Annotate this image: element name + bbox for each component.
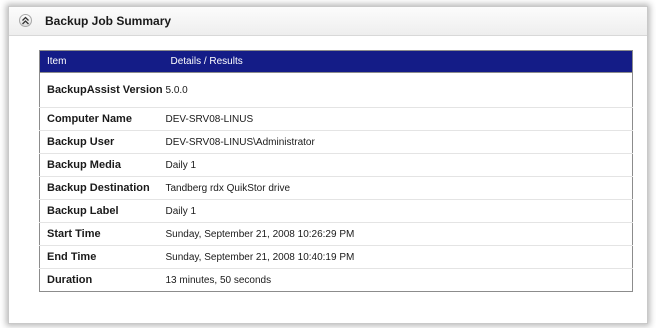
row-label: Duration [39,268,164,292]
row-value: 13 minutes, 50 seconds [163,268,633,292]
table-row: Backup Destination Tandberg rdx QuikStor… [39,176,633,200]
row-value: Tandberg rdx QuikStor drive [163,176,633,200]
row-value: Daily 1 [163,199,633,223]
row-label: BackupAssist Version [39,72,164,108]
column-header-details: Details / Results [163,50,633,73]
table-row: Computer Name DEV-SRV08-LINUS [39,107,633,131]
row-value: Sunday, September 21, 2008 10:26:29 PM [163,222,633,246]
panel-header[interactable]: Backup Job Summary [9,7,647,36]
row-label: End Time [39,245,164,269]
row-label: Backup Media [39,153,164,177]
row-value: DEV-SRV08-LINUS\Administrator [163,130,633,154]
table-row: Backup Label Daily 1 [39,199,633,223]
table-row: Backup User DEV-SRV08-LINUS\Administrato… [39,130,633,154]
table-row: Backup Media Daily 1 [39,153,633,177]
row-value: Sunday, September 21, 2008 10:40:19 PM [163,245,633,269]
summary-table: Item Details / Results BackupAssist Vers… [39,50,633,292]
row-label: Computer Name [39,107,164,131]
row-value: Daily 1 [163,153,633,177]
panel-title: Backup Job Summary [45,14,172,28]
row-label: Backup Label [39,199,164,223]
table-header-row: Item Details / Results [39,50,633,73]
row-label: Backup User [39,130,164,154]
collapse-button[interactable] [19,14,32,27]
row-value: 5.0.0 [163,72,633,108]
table-row: BackupAssist Version 5.0.0 [39,72,633,108]
table-row: Start Time Sunday, September 21, 2008 10… [39,222,633,246]
row-label: Backup Destination [39,176,164,200]
row-label: Start Time [39,222,164,246]
backup-job-summary-panel: Backup Job Summary Item Details / Result… [8,6,648,324]
double-chevron-up-icon [22,16,29,25]
column-header-item: Item [39,50,164,73]
row-value: DEV-SRV08-LINUS [163,107,633,131]
table-row: Duration 13 minutes, 50 seconds [39,268,633,292]
table-row: End Time Sunday, September 21, 2008 10:4… [39,245,633,269]
